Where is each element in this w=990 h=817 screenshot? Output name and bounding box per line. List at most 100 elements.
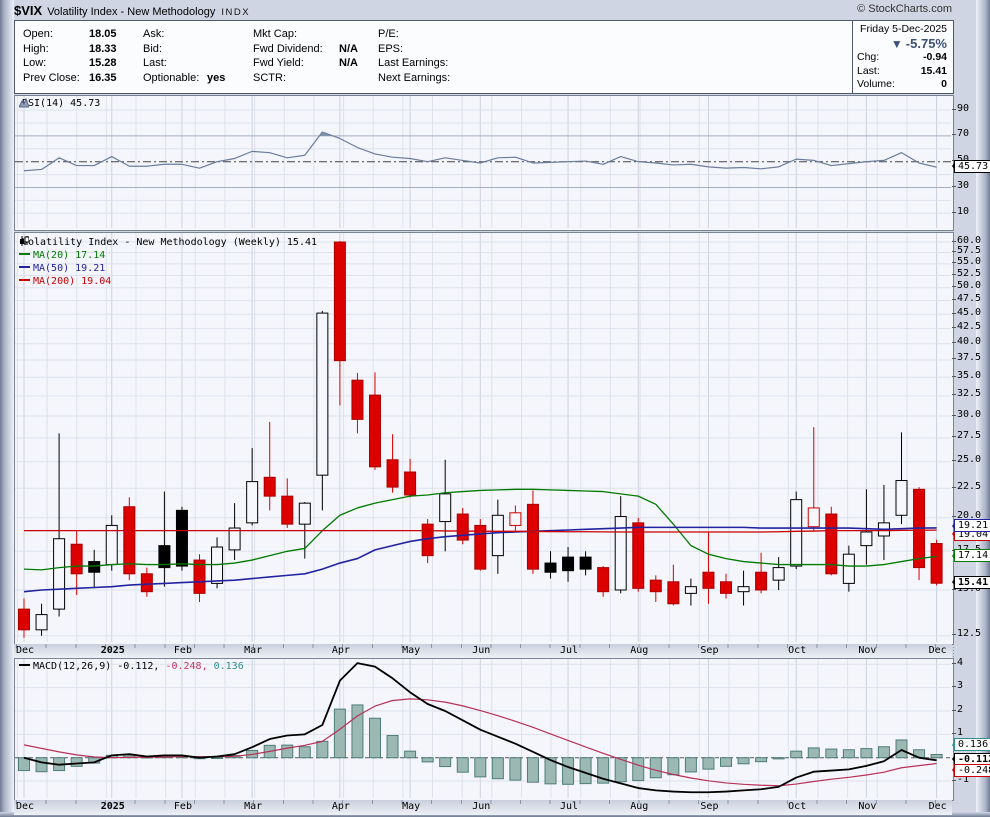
axis-tick-label: 50.0 — [957, 280, 990, 291]
price-value-label: 19.21 — [954, 519, 990, 532]
stockcharts-chart-page: $VIXVolatility Index - New MethodologyIN… — [0, 0, 990, 817]
quote-label: SCTR: — [253, 72, 339, 84]
month-label: Oct — [788, 801, 806, 812]
quote-label: Bid: — [143, 43, 207, 55]
quote-row: Ask: — [143, 28, 225, 43]
quote-row: Next Earnings: — [378, 72, 462, 87]
month-label: Mar — [244, 801, 262, 812]
quote-column: Mkt Cap:Fwd Dividend:N/AFwd Yield:N/ASCT… — [253, 28, 358, 86]
exchange-label: INDX — [221, 7, 250, 18]
month-label: Apr — [332, 645, 350, 656]
month-label: Feb — [174, 801, 192, 812]
month-label: Dec — [16, 801, 34, 812]
quote-column: Ask:Bid:Last:Optionable:yes — [143, 28, 225, 86]
quote-row: Open:18.05 — [23, 28, 117, 43]
ma-legend-row: MA(50) 19.21 — [19, 262, 317, 275]
line-style-icon — [19, 664, 30, 666]
quote-label: Mkt Cap: — [253, 28, 339, 40]
quote-row: Last: — [143, 57, 225, 72]
stat-label: Chg: — [857, 51, 879, 65]
price-legend: Volatility Index - New Methodology (Week… — [19, 236, 317, 288]
quote-summary: Friday 5-Dec-2025 ▼-5.75% Chg:-0.94Last:… — [852, 21, 953, 93]
axis-tick-label: 90 — [957, 103, 990, 114]
axis-tick-label: 32.5 — [957, 388, 990, 399]
quote-value: 16.35 — [89, 72, 117, 84]
ma-legend-row: MA(200) 19.04 — [19, 275, 317, 288]
axis-tick-label: 35.0 — [957, 370, 990, 381]
price-value-label: 17.14 — [954, 549, 990, 562]
quote-label: Last Earnings: — [378, 57, 462, 69]
quote-label: Ask: — [143, 28, 207, 40]
macd-value-label: -0.248 — [954, 764, 990, 777]
month-label: Nov — [858, 645, 876, 656]
xaxis-band-top: Dec2025FebMarAprMayJunJulAugSepOctNovDec — [14, 644, 952, 658]
quote-row: Last Earnings: — [378, 57, 462, 72]
month-label: May — [402, 801, 420, 812]
quote-label: Prev Close: — [23, 72, 89, 84]
month-label: Aug — [630, 645, 648, 656]
down-triangle-icon: ▼ — [891, 37, 903, 51]
quote-panel: Open:18.05High:18.33Low:15.28Prev Close:… — [14, 20, 954, 94]
quote-row: Prev Close:16.35 — [23, 72, 117, 87]
axis-tick-label: 10 — [957, 206, 990, 217]
line-style-icon — [19, 279, 30, 281]
axis-tick-label: 45.0 — [957, 307, 990, 318]
month-label: Sep — [700, 645, 718, 656]
macd-chart — [15, 659, 951, 798]
ma-legend: MA(20) 17.14MA(50) 19.21MA(200) 19.04 — [19, 249, 317, 288]
rsi-chart — [15, 96, 951, 228]
macd-value-label: 0.136 — [954, 738, 990, 751]
quote-value: N/A — [339, 43, 358, 55]
quote-column: P/E: EPS: Last Earnings: Next Earnings: — [378, 28, 462, 86]
copyright: © StockCharts.com — [857, 3, 952, 15]
quote-stat-row: Last:15.41 — [857, 65, 947, 79]
axis-tick-label: 3 — [957, 680, 990, 691]
quote-row: Low:15.28 — [23, 57, 117, 72]
quote-stats: Chg:-0.94Last:15.41Volume:0 — [857, 51, 947, 92]
stat-value: 15.41 — [921, 65, 947, 79]
month-label: Aug — [630, 801, 648, 812]
stat-value: -0.94 — [923, 51, 947, 65]
month-label: Sep — [700, 801, 718, 812]
month-label: Mar — [244, 645, 262, 656]
month-label: Dec — [16, 645, 34, 656]
quote-label: Fwd Dividend: — [253, 43, 339, 55]
rsi-value-label: 45.73 — [954, 160, 990, 173]
quote-row: P/E: — [378, 28, 462, 43]
quote-stat-row: Chg: -0.94 — [857, 51, 947, 65]
month-label: Jun — [472, 801, 490, 812]
quote-label: EPS: — [378, 43, 462, 55]
left-bevel-edge — [0, 0, 14, 817]
axis-tick-label: 52.5 — [957, 268, 990, 279]
quote-value: 18.33 — [89, 43, 117, 55]
quote-label: P/E: — [378, 28, 462, 40]
quote-label: Low: — [23, 57, 89, 69]
line-style-icon — [19, 253, 30, 255]
month-label: Nov — [858, 801, 876, 812]
month-label: 2025 — [101, 801, 125, 812]
axis-tick-label: 47.5 — [957, 293, 990, 304]
quote-column: Open:18.05High:18.33Low:15.28Prev Close:… — [23, 28, 117, 86]
month-label: Oct — [788, 645, 806, 656]
axis-tick-label: 12.5 — [957, 628, 990, 639]
month-label: Jul — [560, 801, 578, 812]
rsi-legend: RSI(14) 45.73 — [19, 98, 100, 109]
month-label: Jul — [560, 645, 578, 656]
macd-panel: MACD(12,26,9) -0.112, -0.248, 0.136 — [14, 658, 954, 801]
axis-tick-label: 42.5 — [957, 321, 990, 332]
quote-value: yes — [207, 72, 225, 84]
axis-tick-label: 57.5 — [957, 245, 990, 256]
quote-value: N/A — [339, 57, 358, 69]
month-label: Feb — [174, 645, 192, 656]
axis-tick-label: 30.0 — [957, 409, 990, 420]
month-label: Dec — [929, 645, 947, 656]
price-panel: Volatility Index - New Methodology (Week… — [14, 232, 954, 645]
quote-row: High:18.33 — [23, 43, 117, 58]
price-legend-title: Volatility Index - New Methodology (Week… — [22, 237, 317, 248]
quote-row: EPS: — [378, 43, 462, 58]
quote-value: 15.28 — [89, 57, 117, 69]
macd-legend: MACD(12,26,9) -0.112, -0.248, 0.136 — [19, 661, 244, 672]
axis-tick-label: 27.5 — [957, 430, 990, 441]
month-label: Jun — [472, 645, 490, 656]
line-style-icon — [19, 266, 30, 268]
